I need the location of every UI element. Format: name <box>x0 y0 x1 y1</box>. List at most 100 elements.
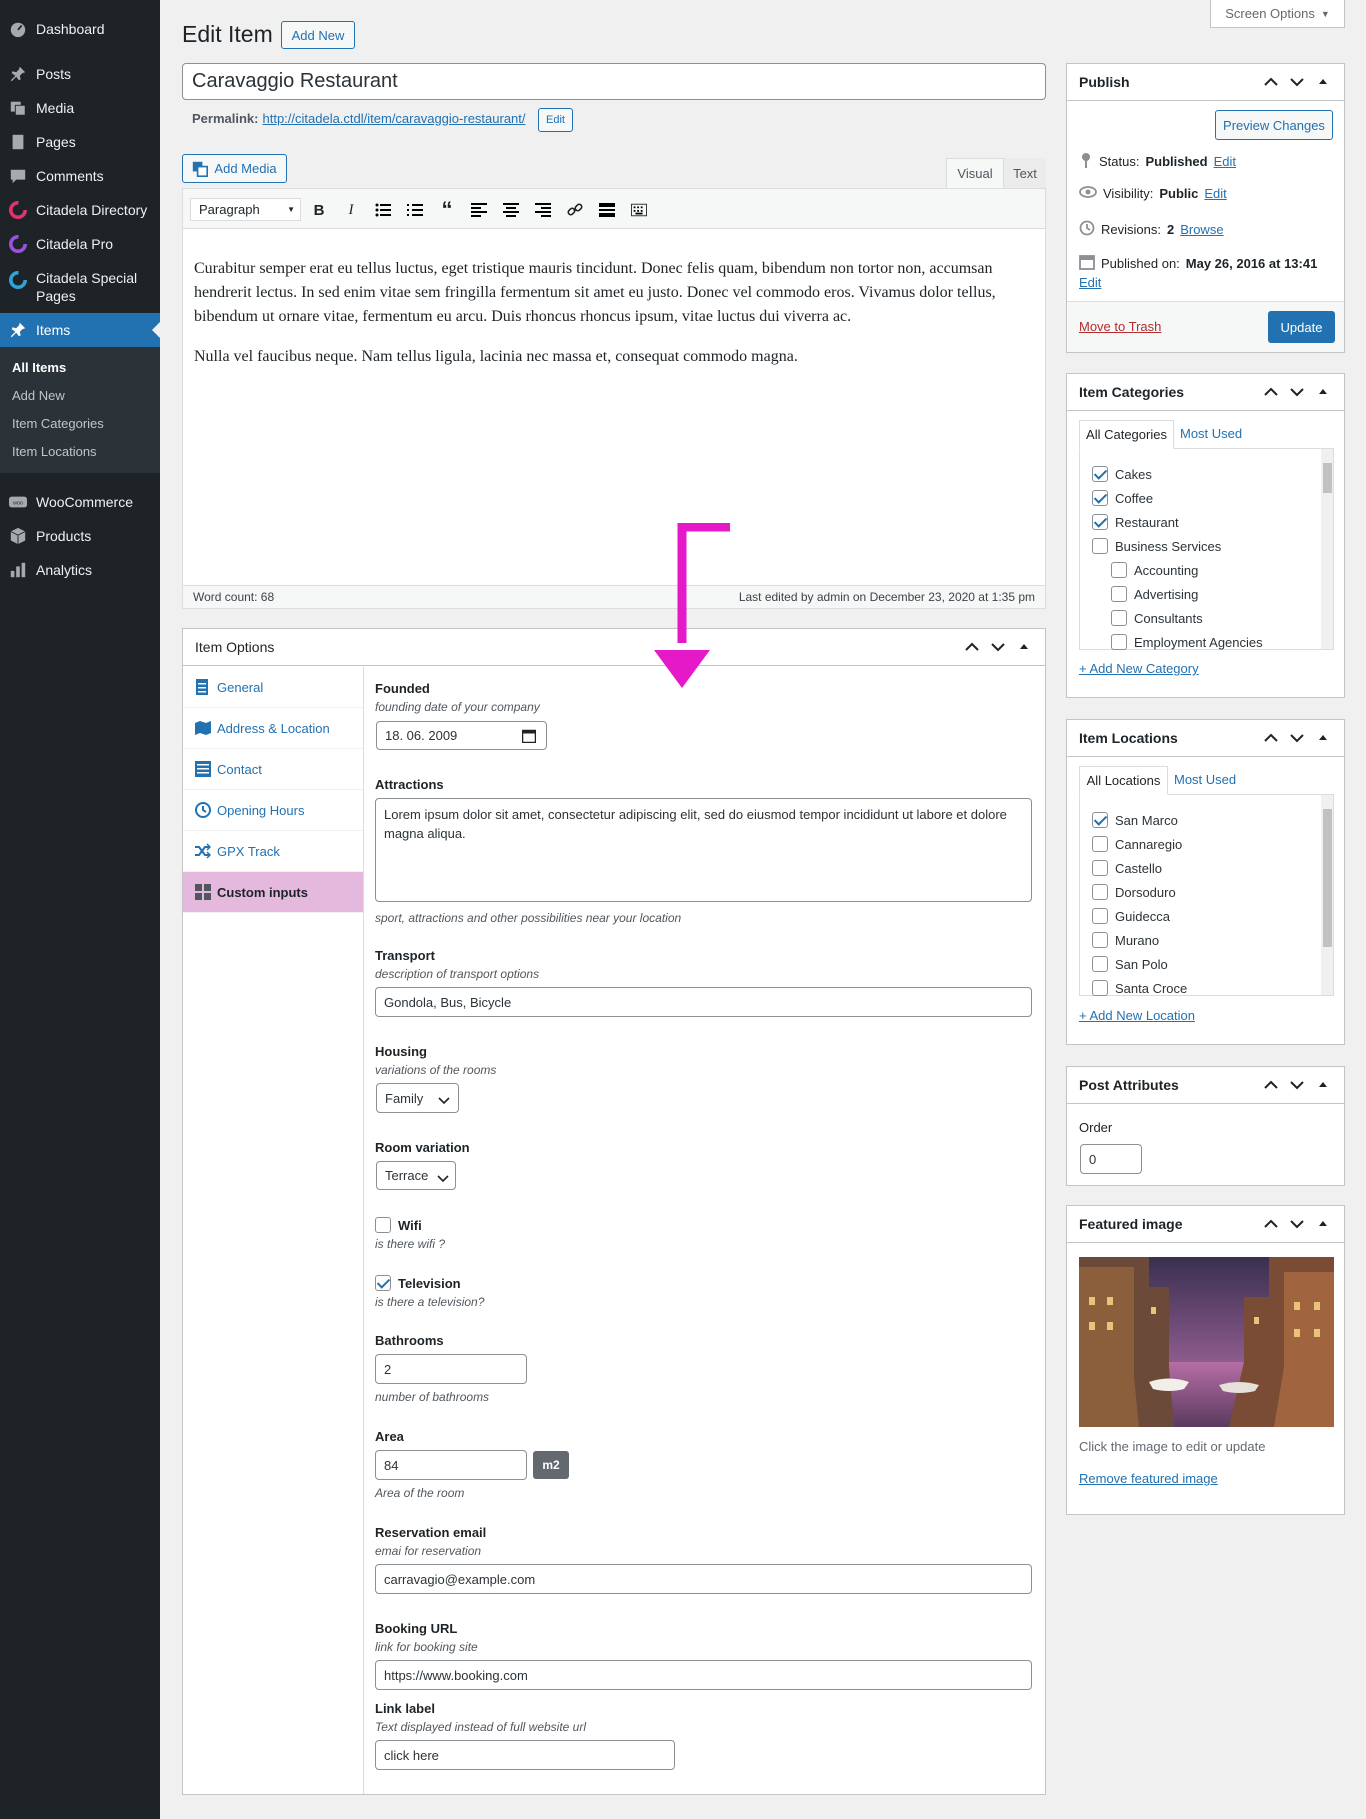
menu-item-items[interactable]: Items <box>0 313 160 347</box>
chevron-down-icon[interactable] <box>1288 1076 1306 1094</box>
toggle-arrow-icon[interactable] <box>1314 1076 1332 1094</box>
toggle-arrow-icon[interactable] <box>1314 73 1332 91</box>
submenu-item-categories[interactable]: Item Categories <box>12 416 104 431</box>
align-center-icon[interactable] <box>503 202 519 218</box>
keyboard-icon[interactable] <box>631 202 647 218</box>
location-checkbox-san-marco[interactable] <box>1092 812 1108 828</box>
founded-date-input[interactable]: 18. 06. 2009 <box>376 721 547 750</box>
align-right-icon[interactable] <box>535 202 551 218</box>
move-to-trash-link[interactable]: Move to Trash <box>1079 319 1161 334</box>
blockquote-icon[interactable]: “ <box>439 197 455 222</box>
submenu-all-items[interactable]: All Items <box>12 360 66 375</box>
toggle-arrow-icon[interactable] <box>1015 638 1033 656</box>
category-checkbox-cakes[interactable] <box>1092 466 1108 482</box>
bold-icon[interactable]: B <box>311 202 327 219</box>
calendar-icon[interactable] <box>521 729 537 746</box>
editor-body[interactable]: Curabitur semper erat eu tellus luctus, … <box>194 257 1034 369</box>
category-checkbox-business-services[interactable] <box>1092 538 1108 554</box>
nav-opening-hours[interactable]: Opening Hours <box>183 790 363 831</box>
scrollbar[interactable] <box>1321 449 1333 649</box>
bathrooms-input[interactable]: 2 <box>375 1354 527 1384</box>
category-checkbox-restaurant[interactable] <box>1092 514 1108 530</box>
menu-item-posts[interactable]: Posts <box>0 57 160 91</box>
tab-most-used-locations[interactable]: Most Used <box>1174 772 1236 787</box>
chevron-up-icon[interactable] <box>1262 1215 1280 1233</box>
toggle-arrow-icon[interactable] <box>1314 1215 1332 1233</box>
add-new-category-link[interactable]: + Add New Category <box>1079 661 1199 676</box>
permalink-link[interactable]: http://citadela.ctdl/item/caravaggio-res… <box>262 111 525 126</box>
category-checkbox-coffee[interactable] <box>1092 490 1108 506</box>
align-left-icon[interactable] <box>471 202 487 218</box>
location-checkbox-san-polo[interactable] <box>1092 956 1108 972</box>
chevron-down-icon[interactable] <box>1288 1215 1306 1233</box>
chevron-down-icon[interactable] <box>1288 729 1306 747</box>
housing-select[interactable]: Family <box>376 1083 459 1113</box>
location-checkbox-guidecca[interactable] <box>1092 908 1108 924</box>
tab-all-locations[interactable]: All Locations <box>1079 766 1168 795</box>
category-checkbox-consultants[interactable] <box>1111 610 1127 626</box>
bullet-list-icon[interactable] <box>375 202 391 218</box>
format-select[interactable]: Paragraph ▼ <box>190 198 301 221</box>
scrollbar[interactable] <box>1321 795 1333 995</box>
wifi-checkbox[interactable] <box>375 1217 391 1233</box>
add-new-location-link[interactable]: + Add New Location <box>1079 1008 1195 1023</box>
add-new-button[interactable]: Add New <box>281 21 355 49</box>
preview-changes-button[interactable]: Preview Changes <box>1215 110 1333 140</box>
location-checkbox-dorsoduro[interactable] <box>1092 884 1108 900</box>
visibility-edit-link[interactable]: Edit <box>1204 186 1226 201</box>
location-checkbox-castello[interactable] <box>1092 860 1108 876</box>
tab-text[interactable]: Text <box>1004 158 1046 188</box>
status-edit-link[interactable]: Edit <box>1214 154 1236 169</box>
room-variation-select[interactable]: Terrace <box>376 1161 456 1190</box>
permalink-edit-button[interactable]: Edit <box>538 108 573 132</box>
chevron-up-icon[interactable] <box>1262 1076 1280 1094</box>
location-checkbox-murano[interactable] <box>1092 932 1108 948</box>
location-checkbox-santa-croce[interactable] <box>1092 980 1108 996</box>
submenu-item-locations[interactable]: Item Locations <box>12 444 97 459</box>
category-checkbox-employment-agencies[interactable] <box>1111 634 1127 650</box>
post-title-input[interactable]: Caravaggio Restaurant <box>182 63 1046 100</box>
menu-item-media[interactable]: Media <box>0 91 160 125</box>
menu-item-citadela-directory[interactable]: Citadela Directory <box>0 193 160 227</box>
update-button[interactable]: Update <box>1268 311 1335 343</box>
location-checkbox-cannaregio[interactable] <box>1092 836 1108 852</box>
nav-address-location[interactable]: Address & Location <box>183 708 363 749</box>
area-input[interactable]: 84 <box>375 1450 527 1480</box>
submenu-add-new[interactable]: Add New <box>12 388 65 403</box>
add-media-button[interactable]: Add Media <box>182 154 287 183</box>
numbered-list-icon[interactable] <box>407 202 423 218</box>
browse-revisions-link[interactable]: Browse <box>1180 222 1223 237</box>
link-icon[interactable] <box>567 202 583 218</box>
link-label-input[interactable]: click here <box>375 1740 675 1770</box>
menu-item-dashboard[interactable]: Dashboard <box>0 12 160 46</box>
nav-general[interactable]: General <box>183 667 363 708</box>
category-checkbox-advertising[interactable] <box>1111 586 1127 602</box>
menu-item-woocommerce[interactable]: woo WooCommerce <box>0 485 160 519</box>
television-checkbox[interactable] <box>375 1275 391 1291</box>
category-checkbox-accounting[interactable] <box>1111 562 1127 578</box>
toggle-arrow-icon[interactable] <box>1314 729 1332 747</box>
menu-item-comments[interactable]: Comments <box>0 159 160 193</box>
toggle-arrow-icon[interactable] <box>1314 383 1332 401</box>
nav-gpx-track[interactable]: GPX Track <box>183 831 363 872</box>
attractions-textarea[interactable]: Lorem ipsum dolor sit amet, consectetur … <box>375 798 1032 902</box>
chevron-up-icon[interactable] <box>963 638 981 656</box>
chevron-down-icon[interactable] <box>1288 73 1306 91</box>
nav-custom-inputs[interactable]: Custom inputs <box>183 872 363 913</box>
nav-contact[interactable]: Contact <box>183 749 363 790</box>
menu-item-citadela-pro[interactable]: Citadela Pro <box>0 227 160 261</box>
transport-input[interactable]: Gondola, Bus, Bicycle <box>375 987 1032 1017</box>
menu-item-products[interactable]: Products <box>0 519 160 553</box>
chevron-down-icon[interactable] <box>989 638 1007 656</box>
featured-image[interactable] <box>1079 1257 1334 1427</box>
tab-most-used-categories[interactable]: Most Used <box>1180 426 1242 441</box>
screen-options-toggle[interactable]: Screen Options ▼ <box>1210 0 1345 28</box>
menu-item-pages[interactable]: Pages <box>0 125 160 159</box>
italic-icon[interactable]: I <box>343 202 359 218</box>
tab-visual[interactable]: Visual <box>946 158 1004 188</box>
read-more-icon[interactable] <box>599 202 615 218</box>
order-input[interactable]: 0 <box>1080 1144 1142 1174</box>
reservation-email-input[interactable]: carravagio@example.com <box>375 1564 1032 1594</box>
booking-url-input[interactable]: https://www.booking.com <box>375 1660 1032 1690</box>
chevron-up-icon[interactable] <box>1262 729 1280 747</box>
